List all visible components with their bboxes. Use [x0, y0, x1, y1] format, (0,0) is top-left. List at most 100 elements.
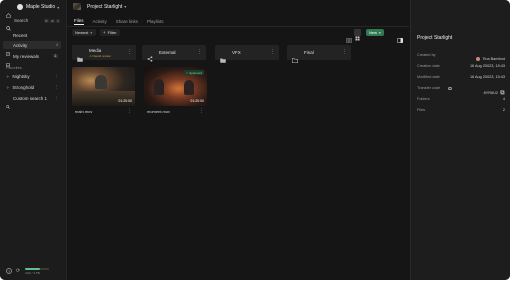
- search-icon: [6, 96, 10, 109]
- more-icon[interactable]: ⋮: [270, 49, 275, 55]
- detail-value: Tina Bamford: [482, 57, 505, 61]
- info-icon[interactable]: i: [448, 86, 452, 91]
- check-icon: ✓: [185, 70, 189, 75]
- panel-toggle-icon[interactable]: [397, 30, 403, 43]
- folder-name: VFX: [232, 50, 241, 55]
- avatar: [476, 57, 481, 61]
- home-icon[interactable]: [6, 5, 11, 18]
- project-thumbnail: [73, 3, 81, 10]
- transfer-code: 8YR6U2: [484, 90, 505, 95]
- shortcut-key: K: [55, 18, 60, 23]
- more-icon[interactable]: ⋮: [342, 49, 347, 55]
- sidebar: Maple Studio ▾ Search ⌘ alt K Recent Act…: [0, 0, 67, 280]
- folder-card[interactable]: VFX ⋮: [215, 45, 279, 63]
- list-view-icon[interactable]: [346, 30, 352, 43]
- detail-value: 4: [502, 97, 505, 101]
- chevron-down-icon: ▾: [379, 30, 381, 35]
- share-icon: [147, 49, 153, 62]
- detail-value: 2: [502, 108, 505, 112]
- sidebar-item-activity[interactable]: Activity 4: [3, 41, 61, 56]
- new-button[interactable]: New ▾: [366, 29, 384, 36]
- file-name: moment.mov: [147, 109, 171, 114]
- file-name: main.mov: [75, 109, 93, 114]
- more-icon[interactable]: ⋮: [127, 49, 132, 55]
- detail-row: Folders 4: [417, 97, 505, 101]
- more-icon[interactable]: ⋮: [55, 74, 59, 78]
- sidebar-header: Maple Studio ▾: [6, 4, 59, 18]
- detail-key: Created by: [417, 53, 436, 57]
- more-icon[interactable]: ⋮: [55, 96, 59, 100]
- detail-key: Modified date: [417, 75, 440, 79]
- more-icon[interactable]: ⋮: [199, 108, 204, 114]
- duration-label: 01:20:00: [118, 99, 132, 103]
- detail-row: Files 2: [417, 108, 505, 112]
- details-title: Project Starlight: [417, 35, 453, 41]
- search-input[interactable]: Search ⌘ alt K: [6, 18, 60, 31]
- sidebar-item-custom-search[interactable]: Custom search 1 ⋮: [3, 94, 61, 109]
- sort-dropdown[interactable]: Newest ▾: [72, 29, 96, 36]
- folder-name: Final: [304, 50, 314, 55]
- folder-card[interactable]: External ⋮: [142, 45, 206, 62]
- tab-activity[interactable]: Activity: [93, 19, 107, 25]
- sidebar-item-label: Recent: [13, 32, 28, 38]
- warning-badge: ⚠ Needs review: [89, 54, 111, 58]
- thumbnail-figure: [154, 79, 164, 95]
- detail-key: Files: [417, 108, 426, 112]
- detail-row: Creation date 16 Aug 20023, 15:43: [417, 64, 505, 68]
- grid-view-icon[interactable]: [354, 29, 361, 41]
- plus-icon: +: [103, 30, 106, 35]
- activity-icon: [6, 43, 10, 56]
- sidebar-item-my-reviewals[interactable]: My reviewals 1: [3, 52, 61, 67]
- sort-label: Newest: [75, 30, 89, 35]
- video-thumbnail[interactable]: 01:20:00: [72, 67, 135, 106]
- sidebar-item-recent[interactable]: Recent: [3, 31, 61, 46]
- chevron-down-icon[interactable]: ▾: [124, 4, 126, 9]
- sidebar-item-label: Stronghold: [12, 84, 35, 90]
- help-icon[interactable]: ?: [6, 268, 12, 274]
- detail-value: 16 Aug 20023, 15:43: [469, 64, 505, 68]
- tab-playlists[interactable]: Playlists: [147, 19, 164, 25]
- folder-card[interactable]: Final ⋮: [287, 45, 351, 64]
- chevron-down-icon[interactable]: ▾: [57, 5, 59, 10]
- tab-files[interactable]: Files: [74, 18, 84, 25]
- more-icon[interactable]: ⋮: [197, 49, 202, 55]
- new-label: New: [369, 30, 378, 35]
- detail-value: 8YR6U2: [483, 90, 498, 95]
- clock-icon: [6, 33, 10, 46]
- main-area: Project Starlight ▾ Files Activity Share…: [67, 0, 409, 280]
- filter-button[interactable]: + Filter: [100, 29, 120, 36]
- inbox-icon: [6, 54, 10, 67]
- detail-row: Transfer code i 8YR6U2: [417, 86, 505, 95]
- folder-icon: [77, 49, 83, 62]
- sidebar-item-nightsky[interactable]: ✧ Nightsky ⋮: [3, 72, 61, 80]
- sidebar-item-stronghold[interactable]: ✧ Stronghold ⋮: [3, 83, 61, 91]
- detail-row: Modified date 16 Aug 20023, 15:43: [417, 75, 505, 79]
- thumbnail-figure: [95, 75, 107, 89]
- more-icon[interactable]: ⋮: [127, 108, 132, 114]
- shortcut-hint: ⌘ alt K: [43, 18, 60, 23]
- project-title[interactable]: Project Starlight: [87, 4, 122, 10]
- chevron-down-icon: ▾: [90, 30, 93, 35]
- folder-name: Media: [89, 48, 102, 53]
- more-icon[interactable]: ⋮: [55, 85, 59, 89]
- badge-label: Approved: [189, 70, 202, 75]
- storage-text: 4.01 / 1 TB: [25, 271, 40, 275]
- count-badge: 4: [56, 43, 58, 47]
- detail-key: Creation date: [417, 64, 440, 68]
- shortcut-key: ⌘: [43, 18, 49, 23]
- filter-label: Filter: [107, 30, 117, 35]
- sidebar-item-label: Nightsky: [12, 73, 30, 79]
- video-thumbnail[interactable]: ✓ Approved 01:20:00: [144, 67, 207, 106]
- folder-name: External: [159, 50, 176, 55]
- copy-icon[interactable]: [500, 90, 505, 95]
- detail-key: Folders: [417, 97, 430, 101]
- folder-card[interactable]: Media ⚠ Needs review ⋮: [72, 45, 136, 62]
- storage-bar: [25, 268, 49, 270]
- sync-icon[interactable]: ⟳: [16, 268, 20, 274]
- workspace-avatar: [17, 4, 23, 10]
- favorites-header: Favorites: [6, 66, 22, 70]
- detail-value: 16 Aug 20023, 15:43: [469, 75, 505, 79]
- thumbnail-figure: [184, 80, 194, 95]
- tab-share-links[interactable]: Share links: [116, 19, 138, 25]
- workspace-name[interactable]: Maple Studio: [26, 4, 55, 10]
